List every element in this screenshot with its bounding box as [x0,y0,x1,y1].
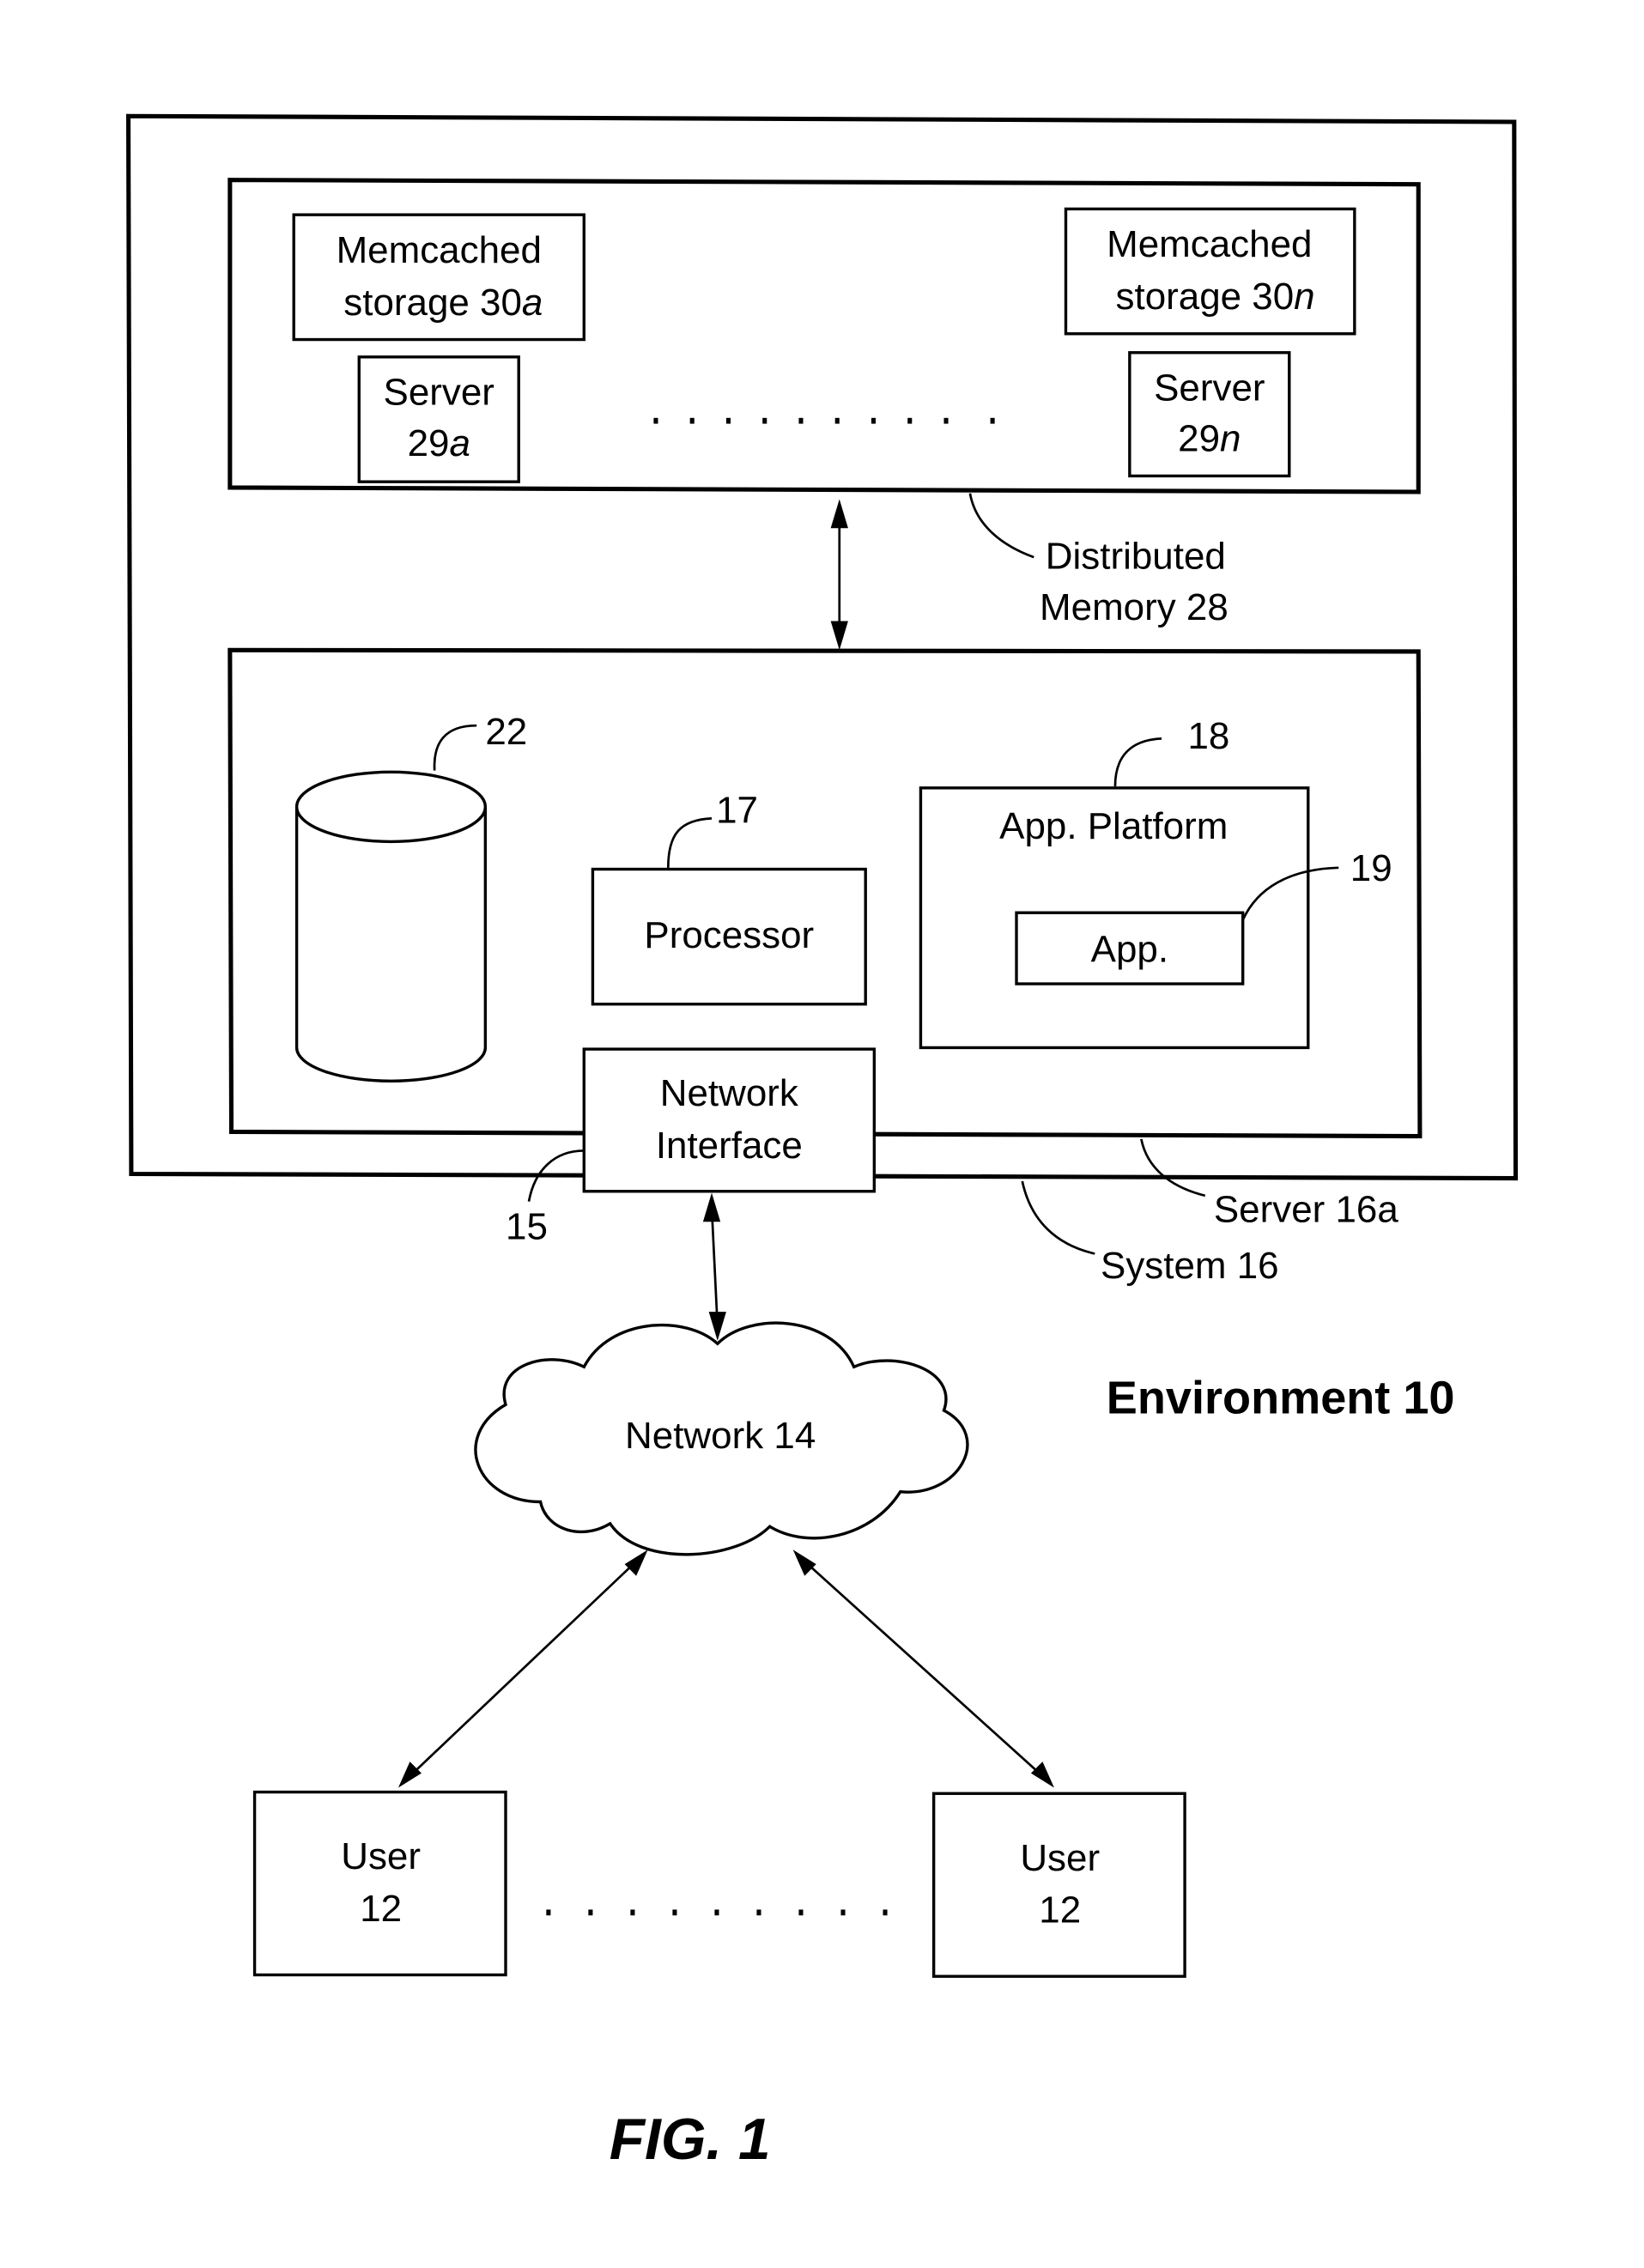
distributed-memory-leader [968,493,1034,559]
app-platform-leader [1113,737,1162,787]
network-interface-ref: 15 [506,1206,548,1248]
storage-n-line1: Memcached [1107,223,1312,265]
user-2-line1: User [1020,1837,1100,1879]
network-interface-line1: Network [660,1072,799,1114]
environment-label: Environment 10 [1107,1372,1455,1423]
processor-label: Processor [644,914,814,956]
app-label: App. [1091,929,1168,971]
storage-n-line2: storage 30n [1116,276,1315,318]
system-16-label: System 16 [1101,1245,1279,1287]
user-box-2: User 12 [931,1792,1186,1978]
database-ref: 22 [485,711,527,753]
user-1-line1: User [341,1835,421,1877]
ellipsis-users [546,1909,888,1916]
app-ref: 19 [1350,847,1392,889]
app-platform-label: App. Platform [999,805,1228,847]
server-a-line2: 29a [408,422,470,464]
user-1-line2: 12 [360,1888,402,1930]
app-box: App. [1015,911,1245,985]
server-29a: Server 29a [357,355,520,483]
distributed-memory-label-2: Memory 28 [1040,586,1228,628]
figure-caption: FIG. 1 [610,2107,771,2172]
network-label: Network 14 [625,1415,816,1457]
server-n-line2: 29n [1178,418,1241,460]
app-platform-ref: 18 [1187,715,1229,757]
interface-network-arrow [702,1192,726,1341]
database-leader [433,724,477,771]
storage-a-line2: storage 30a [343,282,543,324]
system-16-leader [1021,1180,1095,1255]
storage-a-line1: Memcached [337,229,542,271]
server-n-line1: Server [1154,367,1265,409]
server-16a-label: Server 16a [1214,1188,1398,1230]
server-a-line1: Server [384,372,494,414]
environment-diagram: Memcached storage 30a Server 29a Memcach… [125,113,1519,2172]
network-user1-arrow [397,1549,648,1788]
database-cylinder-icon [294,770,488,1082]
server-16a-leader [1140,1138,1206,1198]
processor-leader [666,817,713,868]
processor-ref: 17 [716,789,758,831]
memcached-storage-n: Memcached storage 30n [1064,207,1356,336]
user-box-1: User 12 [252,1790,507,1977]
distributed-memory-label-1: Distributed [1046,536,1226,578]
user-2-line2: 12 [1039,1889,1081,1931]
memory-server-arrow [830,499,848,651]
server-29n: Server 29n [1128,351,1291,478]
ellipsis-servers [653,417,995,424]
processor-box: Processor [591,867,867,1006]
network-interface-line2: Interface [656,1125,803,1167]
network-user2-arrow [792,1549,1054,1788]
memcached-storage-a: Memcached storage 30a [292,213,585,342]
network-interface-box: Network Interface [582,1047,877,1193]
